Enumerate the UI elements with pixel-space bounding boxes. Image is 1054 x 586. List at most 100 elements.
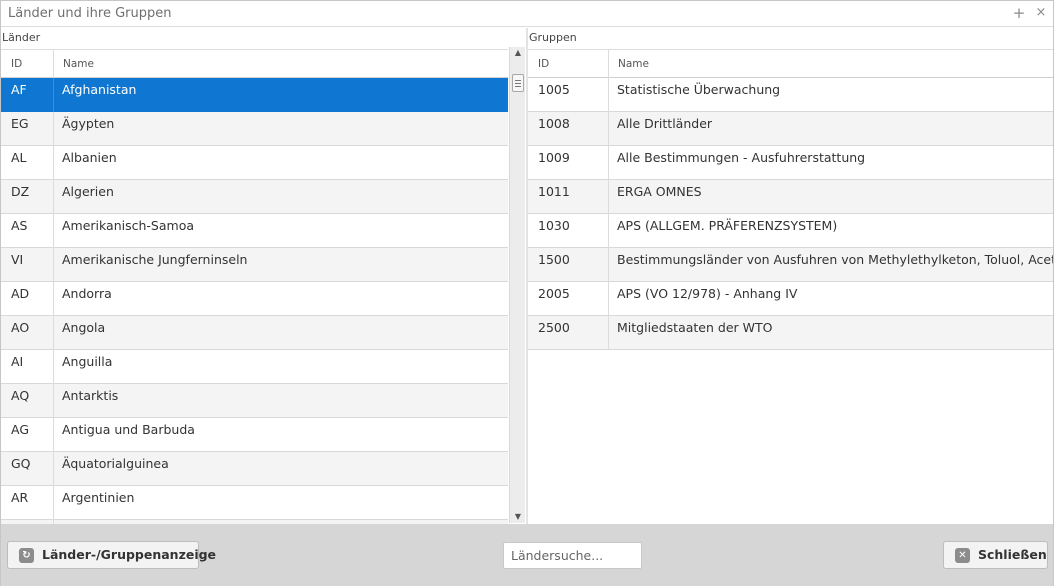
row-id-cell: AS	[11, 218, 28, 233]
maximize-icon[interactable]: +	[1011, 4, 1027, 22]
cell-divider	[608, 146, 609, 180]
table-row[interactable]: 1009 Alle Bestimmungen - Ausfuhrerstattun…	[528, 146, 1053, 180]
window-titlebar: Länder und ihre Gruppen + ×	[1, 1, 1053, 27]
row-id-cell: DZ	[11, 184, 30, 199]
table-row[interactable]: 1030 APS (ALLGEM. PRÄFERENZSYSTEM)	[528, 214, 1053, 248]
countries-scrollbar[interactable]: ▲ ▼	[509, 47, 525, 523]
scroll-up-icon[interactable]: ▲	[510, 47, 526, 59]
cell-divider	[53, 112, 54, 146]
table-row[interactable]: AR Argentinien	[1, 486, 508, 520]
table-row[interactable]: AF Afghanistan	[1, 78, 508, 112]
window-title: Länder und ihre Gruppen	[8, 6, 172, 21]
cell-divider	[53, 384, 54, 418]
table-row[interactable]: 2500 Mitgliedstaaten der WTO	[528, 316, 1053, 350]
row-id-cell: 1030	[538, 218, 570, 233]
countries-grid-body: AF Afghanistan EG Ägypten AL Albanien DZ Algeri…	[1, 78, 508, 524]
row-id-cell: VI	[11, 252, 24, 267]
table-row[interactable]: AD Andorra	[1, 282, 508, 316]
row-name-cell: Äquatorialguinea	[62, 456, 169, 471]
toggle-view-button-label: Länder-/Gruppenanzeige	[42, 547, 217, 562]
row-name-cell: Alle Drittländer	[617, 116, 713, 131]
table-row[interactable]: 1008 Alle Drittländer	[528, 112, 1053, 146]
table-row[interactable]: VI Amerikanische Jungferninseln	[1, 248, 508, 282]
groups-col-name-header[interactable]: Name	[608, 50, 1048, 78]
row-name-cell: Argentinien	[62, 490, 135, 505]
table-row[interactable]: 1011 ERGA OMNES	[528, 180, 1053, 214]
row-name-cell: ERGA OMNES	[617, 184, 702, 199]
row-id-cell: EG	[11, 116, 29, 131]
groups-panel: Gruppen ID Name 1005 Statistische Überwac…	[528, 28, 1053, 524]
close-icon: ✕	[955, 548, 970, 563]
row-name-cell: Mitgliedstaaten der WTO	[617, 320, 773, 335]
cell-divider	[53, 452, 54, 486]
row-id-cell: 1009	[538, 150, 570, 165]
toggle-view-icon: ↻	[19, 548, 34, 563]
row-id-cell: AD	[11, 286, 30, 301]
table-row[interactable]: AQ Antarktis	[1, 384, 508, 418]
row-name-cell: Anguilla	[62, 354, 113, 369]
countries-groups-window: Länder und ihre Gruppen + × Länder ID Na…	[0, 0, 1054, 586]
cell-divider	[608, 316, 609, 350]
countries-col-name-header[interactable]: Name	[53, 50, 503, 78]
footer-toolbar: ↻ Länder-/Gruppenanzeige ✕ Schließen	[1, 524, 1053, 586]
scrollbar-thumb[interactable]	[512, 74, 524, 92]
cell-divider	[53, 350, 54, 384]
row-name-cell: Antarktis	[62, 388, 119, 403]
cell-divider	[53, 316, 54, 350]
cell-divider	[608, 248, 609, 282]
row-name-cell: Andorra	[62, 286, 112, 301]
row-id-cell: AG	[11, 422, 30, 437]
cell-divider	[608, 112, 609, 146]
row-id-cell: 1005	[538, 82, 570, 97]
row-id-cell: 1500	[538, 252, 570, 267]
cell-divider	[608, 180, 609, 214]
table-row[interactable]: AG Antigua und Barbuda	[1, 418, 508, 452]
close-button[interactable]: ✕ Schließen	[943, 541, 1048, 569]
row-id-cell: AL	[11, 150, 27, 165]
row-name-cell: Amerikanische Jungferninseln	[62, 252, 248, 267]
table-row[interactable]: AO Angola	[1, 316, 508, 350]
row-name-cell: Angola	[62, 320, 106, 335]
countries-panel-label: Länder	[2, 31, 41, 44]
table-row[interactable]: DZ Algerien	[1, 180, 508, 214]
row-name-cell: Algerien	[62, 184, 114, 199]
row-id-cell: AF	[11, 82, 27, 97]
row-id-cell: 1008	[538, 116, 570, 131]
row-name-cell: Alle Bestimmungen - Ausfuhrerstattung	[617, 150, 866, 165]
row-name-cell: Amerikanisch-Samoa	[62, 218, 195, 233]
cell-divider	[608, 214, 609, 248]
row-name-cell: APS (VO 12/978) - Anhang IV	[617, 286, 798, 301]
cell-divider	[53, 486, 54, 520]
scroll-down-icon[interactable]: ▼	[510, 511, 526, 523]
cell-divider	[608, 282, 609, 316]
table-row[interactable]: 1500 Bestimmungsländer von Ausfuhren von …	[528, 248, 1053, 282]
table-row[interactable]: GQ Äquatorialguinea	[1, 452, 508, 486]
table-row[interactable]: 1005 Statistische Überwachung	[528, 78, 1053, 112]
row-name-cell: APS (ALLGEM. PRÄFERENZSYSTEM)	[617, 218, 838, 233]
thumb-grip	[515, 83, 521, 84]
row-id-cell: 2005	[538, 286, 570, 301]
countries-grid-header: ID Name	[1, 49, 508, 78]
window-close-icon[interactable]: ×	[1033, 4, 1049, 22]
toggle-view-button[interactable]: ↻ Länder-/Gruppenanzeige	[7, 541, 216, 569]
table-row[interactable]: EG Ägypten	[1, 112, 508, 146]
table-row[interactable]: AI Anguilla	[1, 350, 508, 384]
row-name-cell: Ägypten	[62, 116, 115, 131]
groups-col-id-header[interactable]: ID	[528, 50, 608, 78]
countries-grid: ID Name AF Afghanistan EG Ägypten AL Albanien…	[1, 49, 508, 524]
row-name-cell: Afghanistan	[62, 82, 137, 97]
table-row[interactable]: 2005 APS (VO 12/978) - Anhang IV	[528, 282, 1053, 316]
row-id-cell: 1011	[538, 184, 570, 199]
table-row[interactable]: AL Albanien	[1, 146, 508, 180]
table-row[interactable]: AS Amerikanisch-Samoa	[1, 214, 508, 248]
cell-divider	[53, 282, 54, 316]
thumb-grip	[515, 86, 521, 87]
row-id-cell: GQ	[11, 456, 31, 471]
cell-divider	[53, 248, 54, 282]
country-search-input[interactable]	[503, 542, 642, 569]
row-id-cell: AR	[11, 490, 29, 505]
cell-divider	[53, 214, 54, 248]
countries-col-id-header[interactable]: ID	[1, 50, 53, 78]
row-id-cell: AI	[11, 354, 24, 369]
close-button-label: Schließen	[978, 547, 1047, 562]
